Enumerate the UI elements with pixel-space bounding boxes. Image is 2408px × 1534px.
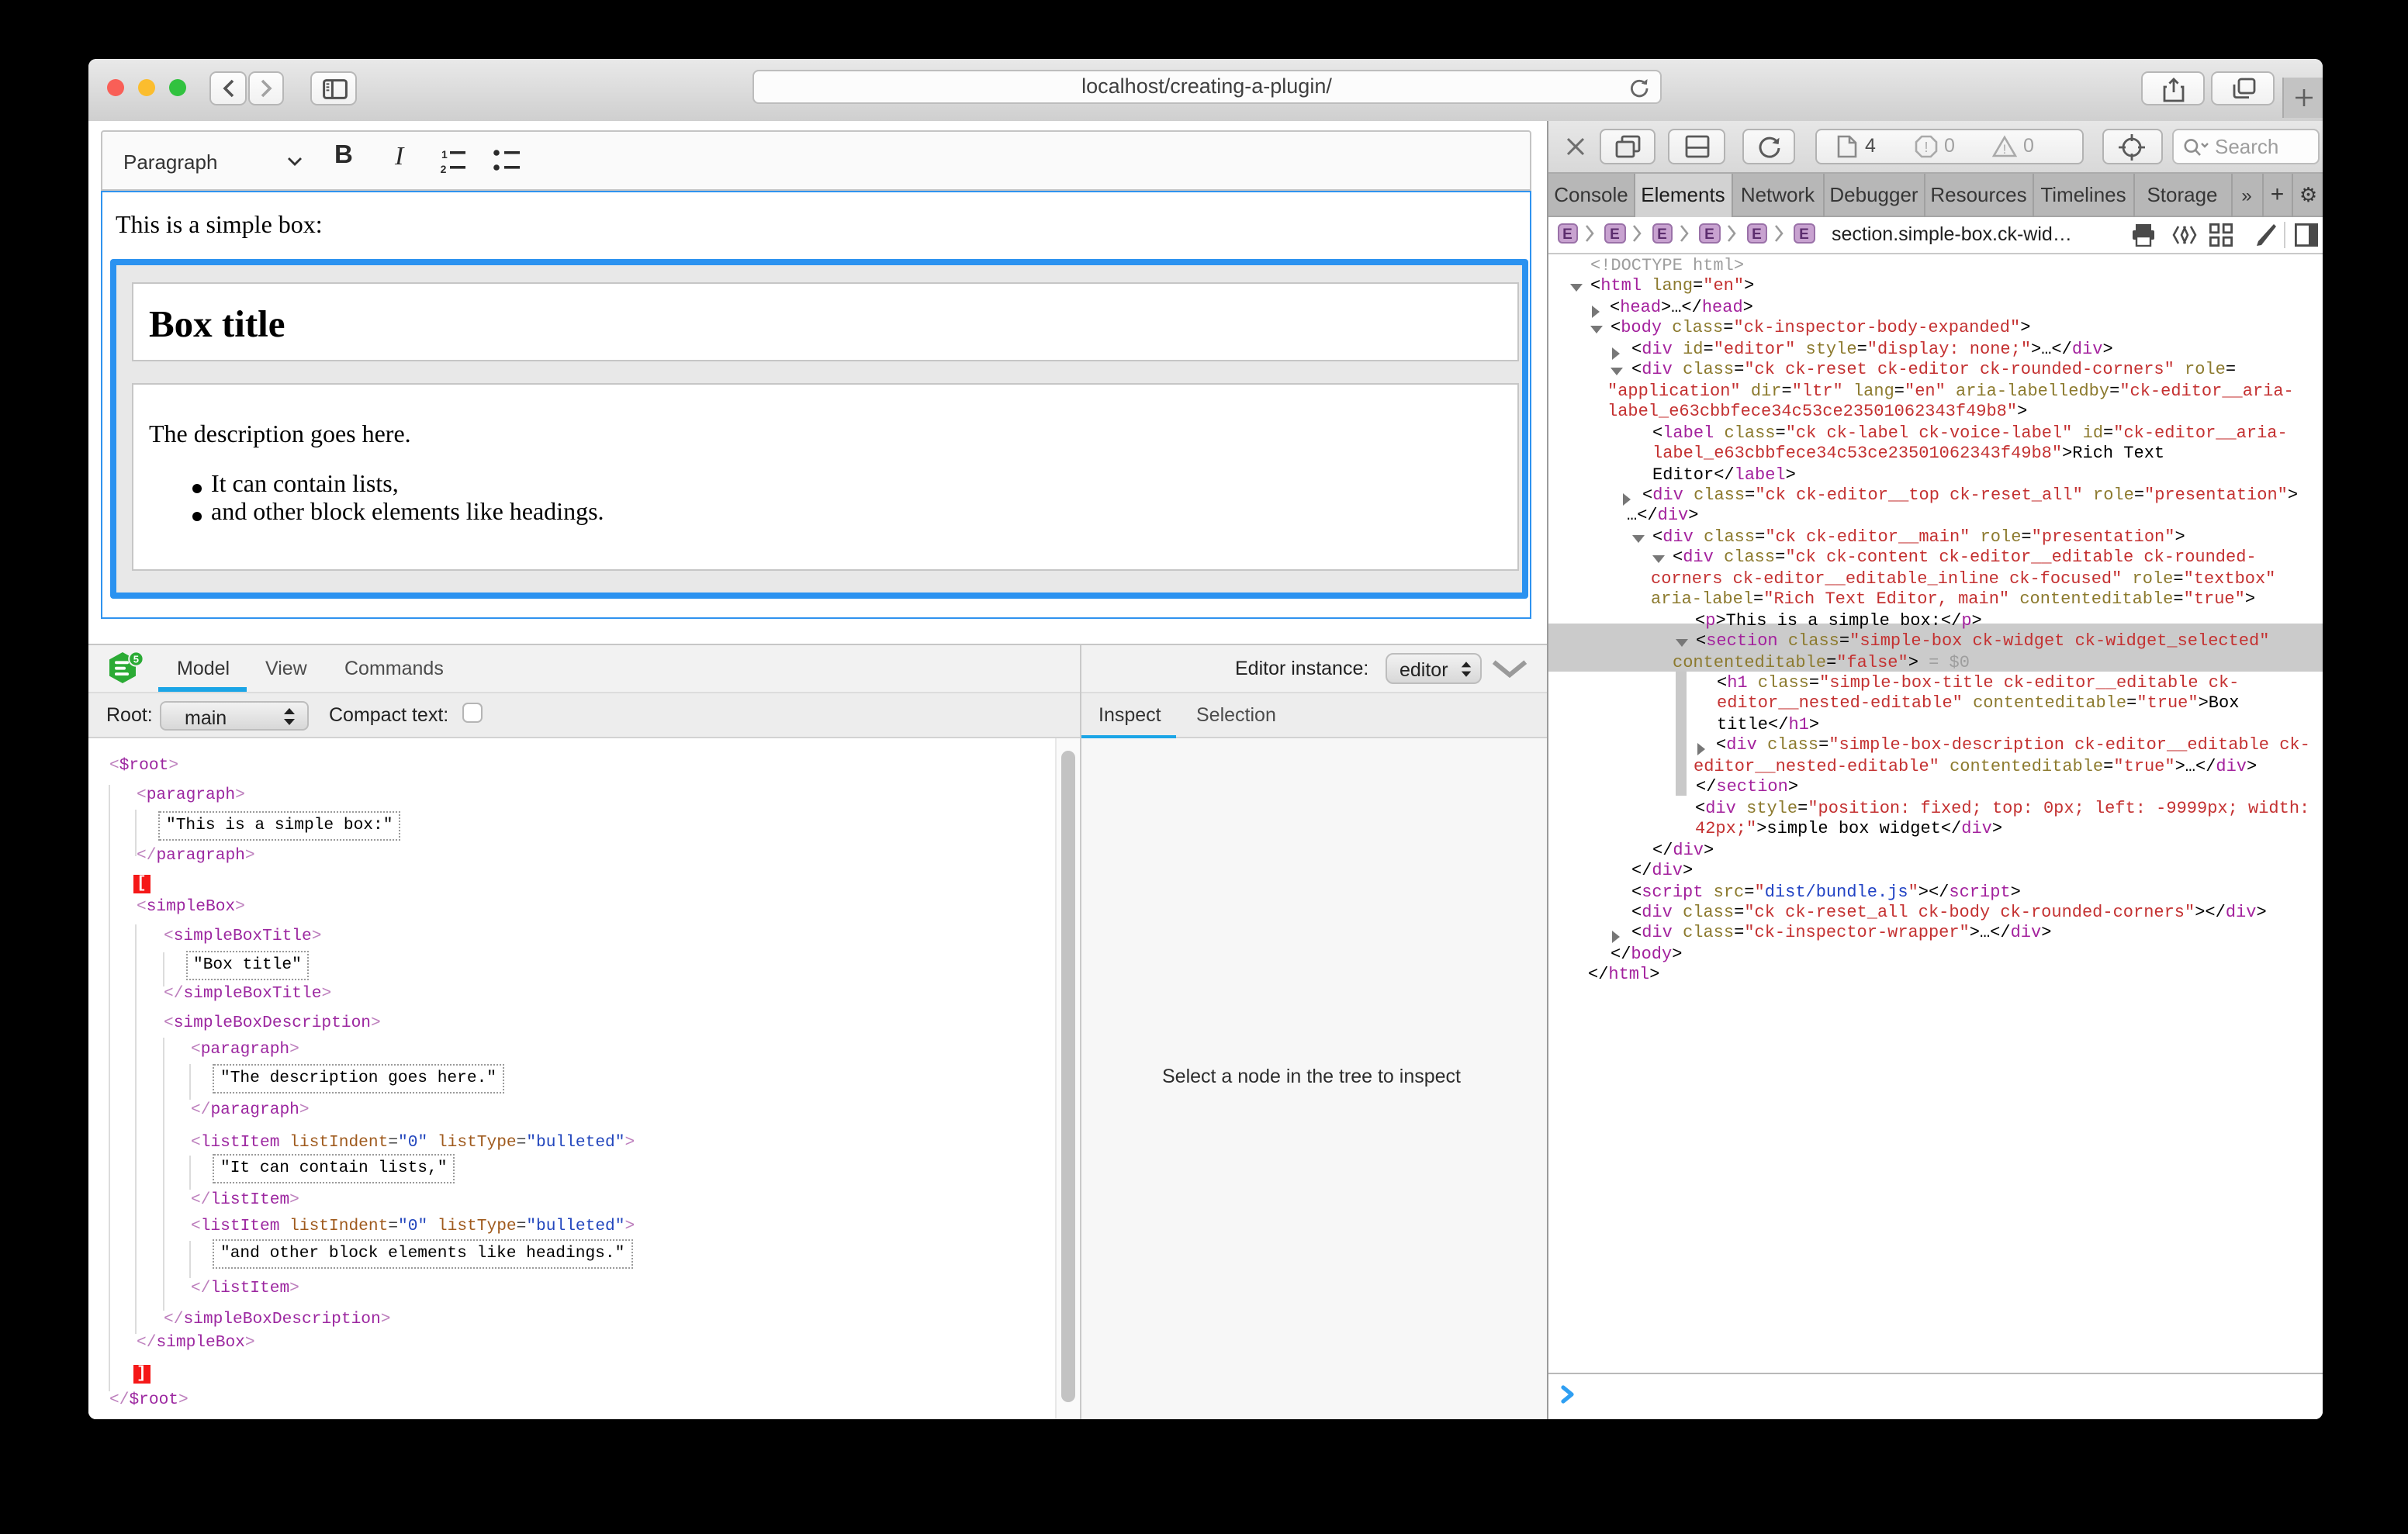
svg-text:!: !: [1924, 140, 1928, 155]
svg-text:!: !: [2003, 142, 2007, 157]
svg-text:5: 5: [133, 653, 138, 665]
svg-text:2: 2: [440, 162, 446, 174]
svg-text:1: 1: [441, 147, 447, 160]
